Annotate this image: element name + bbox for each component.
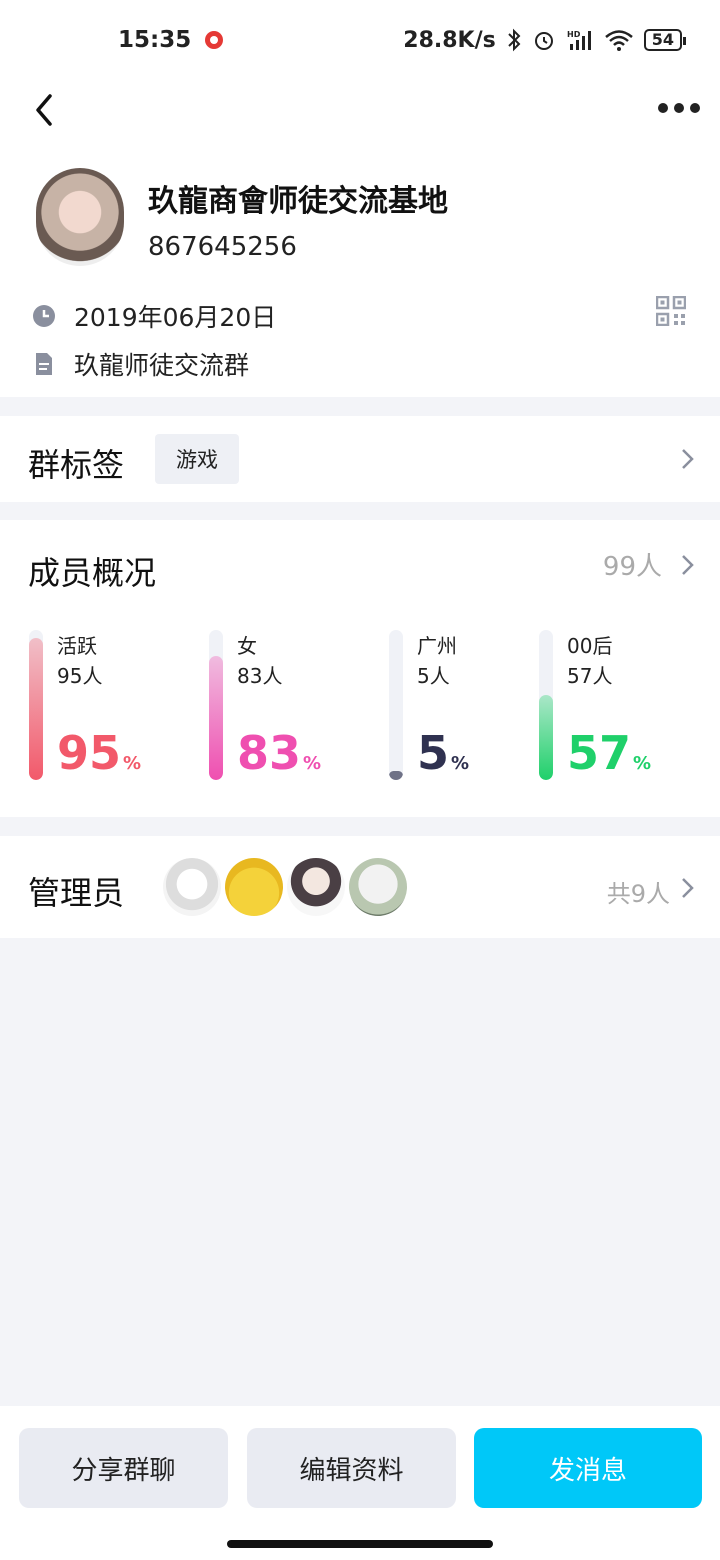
stat-city: 广州 5人 5% — [389, 630, 559, 780]
admin-total: 共9人 — [606, 880, 670, 908]
group-avatar[interactable] — [36, 168, 124, 266]
admin-avatar — [349, 858, 407, 916]
stat-count: 95人 — [57, 664, 103, 688]
group-id: 867645256 — [148, 232, 297, 262]
top-nav — [0, 80, 720, 140]
hd-signal-icon: HD — [567, 30, 591, 50]
svg-text:HD: HD — [567, 30, 581, 39]
stat-percent: 95% — [57, 726, 142, 780]
group-name: 玖龍商會师徒交流基地 — [148, 184, 448, 219]
members-title: 成员概况 — [28, 554, 157, 592]
battery-icon: 54 — [643, 29, 687, 51]
stat-label: 活跃 — [57, 634, 97, 658]
stat-percent: 83% — [237, 726, 322, 780]
stat-label: 00后 — [567, 634, 613, 658]
status-icons: 28.8K/s HD 54 — [403, 27, 687, 53]
chevron-right-icon — [682, 555, 694, 575]
members-overview[interactable]: 成员概况 99人 活跃 95人 95% 女 83人 83% 广州 5人 5% 0… — [0, 520, 720, 817]
stat-active: 活跃 95人 95% — [29, 630, 199, 780]
group-header: 玖龍商會师徒交流基地 867645256 2019年06月20日 玖龍师徒交流群 — [0, 140, 720, 397]
chevron-right-icon — [682, 878, 694, 898]
admins-title: 管理员 — [28, 874, 125, 912]
bluetooth-icon — [508, 28, 521, 52]
app-notification-icon — [205, 31, 224, 49]
stat-label: 女 — [237, 634, 257, 658]
group-tags-row[interactable]: 群标签 游戏 — [0, 416, 720, 502]
stat-count: 83人 — [237, 664, 283, 688]
admin-avatar — [287, 858, 345, 916]
clock-icon — [33, 305, 55, 327]
stat-age: 00后 57人 57% — [539, 630, 709, 780]
stat-female: 女 83人 83% — [209, 630, 379, 780]
bottom-action-bar: 分享群聊 编辑资料 发消息 — [0, 1406, 720, 1560]
stat-bar-fill — [389, 771, 403, 780]
tag-chip: 游戏 — [155, 434, 239, 484]
alarm-icon — [534, 32, 553, 50]
stat-count: 5人 — [417, 664, 450, 688]
description-row: 玖龍师徒交流群 — [32, 346, 249, 382]
stat-label: 广州 — [417, 634, 457, 658]
stat-bar-fill — [29, 637, 43, 780]
admin-avatar — [163, 858, 221, 916]
stat-percent: 57% — [567, 726, 652, 780]
created-date-row: 2019年06月20日 — [32, 298, 276, 334]
back-arrow-icon[interactable] — [30, 88, 60, 132]
status-time: 15:35 — [118, 27, 192, 53]
document-icon — [36, 353, 52, 375]
admins-row[interactable]: 管理员 共9人 — [0, 836, 720, 938]
stat-count: 57人 — [567, 664, 613, 688]
group-description: 玖龍师徒交流群 — [74, 351, 250, 380]
admin-avatar — [225, 858, 283, 916]
wifi-icon — [604, 30, 633, 51]
created-date: 2019年06月20日 — [74, 303, 277, 332]
network-speed: 28.8K/s — [403, 27, 496, 53]
admin-avatars — [163, 858, 411, 916]
tags-title: 群标签 — [28, 446, 125, 484]
home-indicator[interactable] — [227, 1540, 493, 1548]
qr-code-icon[interactable] — [656, 296, 686, 326]
stat-percent: 5% — [417, 726, 470, 780]
chevron-right-icon — [682, 449, 694, 469]
edit-profile-button[interactable]: 编辑资料 — [247, 1428, 456, 1508]
member-count: 99人 — [602, 552, 662, 582]
share-group-button[interactable]: 分享群聊 — [19, 1428, 228, 1508]
send-message-button[interactable]: 发消息 — [474, 1428, 702, 1508]
more-dots-icon[interactable] — [658, 96, 702, 120]
stat-bar-fill — [539, 694, 553, 780]
stat-bar-fill — [209, 655, 223, 780]
status-bar: 15:35 28.8K/s HD 54 — [0, 0, 720, 80]
